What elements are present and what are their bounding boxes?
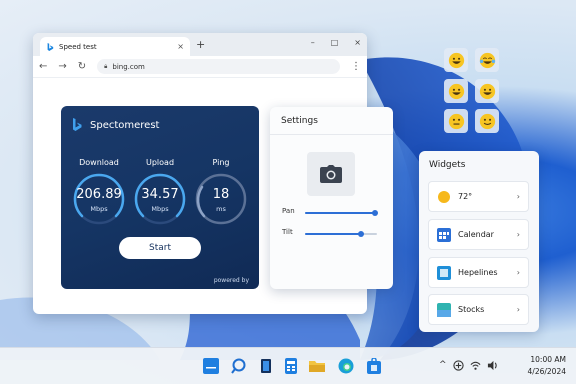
sun-icon — [438, 190, 450, 203]
store-icon[interactable] — [366, 358, 382, 374]
calendar-icon — [437, 227, 451, 242]
camera-icon — [320, 165, 342, 183]
widgets-title: Widgets — [429, 160, 466, 170]
settings-divider — [270, 134, 393, 135]
pan-slider[interactable]: Pan — [282, 207, 382, 217]
tilt-label: Tilt — [282, 228, 293, 236]
widget-stocks[interactable]: Stocks › — [428, 294, 529, 325]
widget-stocks-label: Stocks — [458, 305, 485, 314]
tab-speed-test[interactable]: Speed test × — [40, 37, 190, 56]
lock-icon: 🔒︎ — [104, 62, 108, 70]
powered-by-text: powered by — [213, 277, 249, 284]
pan-knob[interactable] — [372, 210, 378, 216]
emoji-tile[interactable] — [444, 79, 468, 103]
headlines-icon — [437, 265, 451, 280]
file-explorer-icon[interactable] — [309, 358, 325, 374]
download-value: 206.89 — [76, 187, 122, 202]
download-unit: Mbps — [90, 205, 108, 213]
slight-smile-emoji-icon — [479, 113, 495, 129]
tab-close-icon[interactable]: × — [177, 42, 184, 51]
chevron-right-icon: › — [516, 268, 520, 277]
chevron-right-icon: › — [516, 230, 520, 239]
tilt-track — [305, 231, 377, 237]
address-bar[interactable]: 🔒︎ bing.com — [97, 59, 340, 74]
settings-title: Settings — [281, 116, 318, 126]
tab-bar: Speed test × + – □ × — [33, 33, 367, 56]
emoji-tile[interactable] — [444, 109, 468, 133]
grinning-emoji-icon — [448, 83, 464, 99]
volume-icon[interactable] — [487, 360, 498, 371]
widget-weather[interactable]: 72° › — [428, 181, 529, 212]
speedtest-brand: Spectomerest — [72, 118, 159, 132]
upload-unit: Mbps — [151, 205, 169, 213]
widgets-panel: Widgets 72° › Calendar › Hepelines › Sto… — [419, 151, 539, 332]
stocks-icon — [437, 302, 451, 317]
widget-weather-label: 72° — [458, 192, 473, 201]
forward-button[interactable]: → — [58, 61, 66, 72]
bing-logo-icon — [73, 118, 82, 131]
tab-title: Speed test — [59, 42, 97, 51]
tears-of-joy-emoji-icon — [479, 52, 495, 68]
calculator-icon[interactable] — [283, 358, 299, 374]
taskbar-clock[interactable]: 10:00 AM 4/26/2024 — [528, 354, 566, 378]
tilt-fill — [305, 233, 361, 235]
pan-label: Pan — [282, 207, 295, 215]
clock-time: 10:00 AM — [530, 355, 566, 364]
neutral-emoji-icon — [448, 113, 464, 129]
pan-fill — [305, 212, 375, 214]
edge-browser-icon[interactable] — [338, 358, 354, 374]
grinning-emoji-icon — [448, 52, 464, 68]
ping-unit: ms — [216, 205, 226, 213]
reload-button[interactable]: ↻ — [78, 61, 86, 72]
tilt-knob[interactable] — [358, 231, 364, 237]
speed-test-card: Spectomerest Download Upload Ping 206.89… — [61, 106, 259, 289]
emoji-tile[interactable] — [475, 48, 499, 72]
back-button[interactable]: ← — [39, 61, 47, 72]
bing-favicon-icon — [47, 42, 54, 51]
tray-chevron-icon[interactable]: ^ — [439, 360, 447, 370]
widget-headlines[interactable]: Hepelines › — [428, 257, 529, 288]
task-view-icon[interactable] — [258, 358, 274, 374]
upload-value: 34.57 — [141, 187, 179, 202]
browser-menu-button[interactable]: ⋮ — [351, 61, 361, 72]
taskbar: ^ 10:00 AM 4/26/2024 — [0, 347, 576, 384]
maximize-button[interactable]: □ — [331, 38, 339, 47]
camera-button[interactable] — [307, 152, 355, 196]
download-label: Download — [79, 158, 119, 167]
search-icon[interactable] — [231, 358, 247, 374]
emoji-tile[interactable] — [475, 109, 499, 133]
url-text: bing.com — [112, 62, 145, 71]
close-window-button[interactable]: × — [354, 38, 361, 47]
speedtest-brand-name: Spectomerest — [90, 119, 160, 131]
settings-panel: Settings Pan Tilt — [270, 107, 393, 289]
minimize-button[interactable]: – — [311, 38, 315, 47]
chevron-right-icon: › — [516, 192, 520, 201]
add-circle-icon[interactable] — [453, 360, 464, 371]
start-menu-icon[interactable] — [203, 358, 219, 374]
widget-calendar[interactable]: Calendar › — [428, 219, 529, 250]
wifi-icon[interactable] — [470, 360, 481, 371]
pan-track — [305, 210, 378, 216]
emoji-tile[interactable] — [444, 48, 468, 72]
ping-value: 18 — [212, 187, 230, 202]
start-button[interactable]: Start — [119, 237, 201, 259]
emoji-tile[interactable] — [475, 79, 499, 103]
upload-label: Upload — [145, 158, 175, 167]
tilt-slider[interactable]: Tilt — [282, 228, 382, 238]
window-controls: – □ × — [311, 38, 361, 47]
clock-date: 4/26/2024 — [527, 367, 566, 376]
chevron-right-icon: › — [516, 305, 520, 314]
grinning-emoji-icon — [479, 83, 495, 99]
browser-toolbar: ← → ↻ 🔒︎ bing.com ⋮ — [33, 56, 367, 78]
new-tab-button[interactable]: + — [196, 38, 205, 51]
widget-headlines-label: Hepelines — [458, 268, 498, 277]
widget-calendar-label: Calendar — [458, 230, 494, 239]
ping-label: Ping — [212, 158, 230, 167]
